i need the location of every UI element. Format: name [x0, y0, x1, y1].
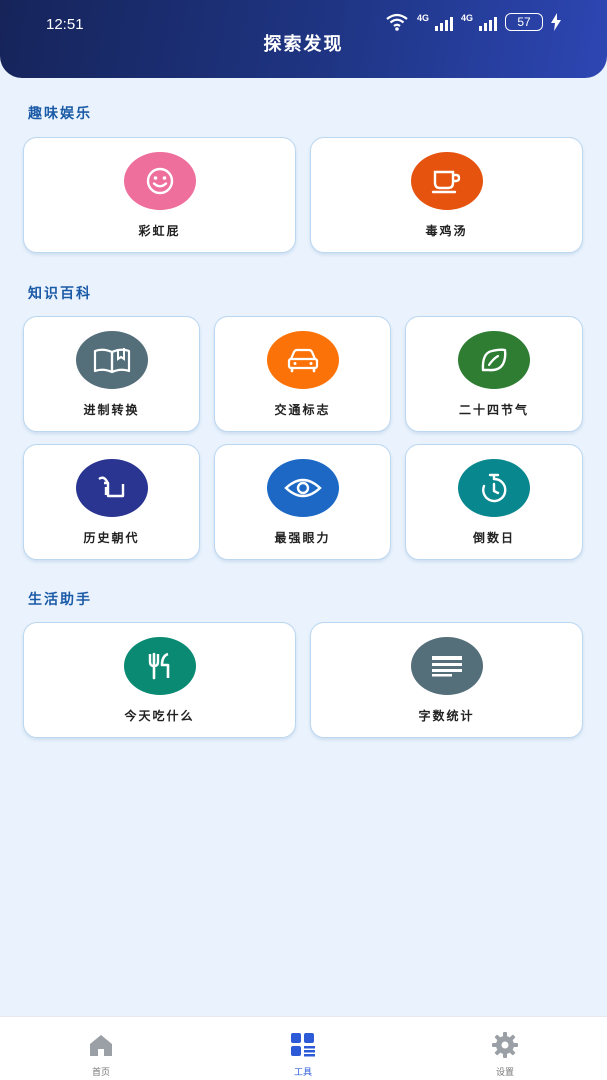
cellular-signal-icon: 4G	[461, 12, 497, 32]
status-icons: 4G 4G 57	[385, 12, 561, 32]
section-title-life: 生活助手	[28, 592, 92, 608]
tool-card-label: 最强眼力	[274, 531, 331, 545]
nav-item-home[interactable]: 首页	[41, 1017, 161, 1080]
tool-card-label: 字数统计	[418, 709, 475, 723]
book-icon	[75, 331, 148, 389]
tool-card-poison-soup[interactable]: 毒鸡汤	[310, 137, 583, 253]
section-title-fun: 趣味娱乐	[28, 106, 92, 122]
charging-bolt-icon	[551, 13, 561, 31]
home-icon	[90, 1035, 112, 1056]
tool-card-label: 二十四节气	[458, 403, 529, 417]
fork-knife-icon	[123, 637, 196, 695]
tool-card-base-conversion[interactable]: 进制转换	[23, 316, 200, 432]
nav-label: 设置	[495, 1068, 514, 1078]
nav-label: 首页	[91, 1068, 110, 1078]
tool-card-label: 交通标志	[274, 403, 331, 417]
car-icon	[266, 331, 339, 389]
tool-card-word-count[interactable]: 字数统计	[310, 622, 583, 738]
scroll-icon	[75, 459, 148, 517]
bottom-nav: 首页 工具 设置	[0, 1016, 607, 1080]
battery-indicator: 57	[505, 13, 543, 31]
smiley-icon	[123, 152, 196, 210]
tool-card-what-to-eat[interactable]: 今天吃什么	[23, 622, 296, 738]
nav-item-settings[interactable]: 设置	[445, 1017, 565, 1080]
tool-card-rainbow-compliment[interactable]: 彩虹屁	[23, 137, 296, 253]
text-lines-icon	[410, 637, 483, 695]
page-title: 探索发现	[263, 34, 344, 55]
wifi-icon	[386, 13, 408, 31]
tool-card-eyesight[interactable]: 最强眼力	[214, 444, 391, 560]
timer-icon	[458, 459, 530, 517]
tool-card-label: 毒鸡汤	[425, 224, 468, 238]
tool-card-label: 倒数日	[472, 531, 515, 545]
gear-icon	[492, 1032, 518, 1058]
tool-card-solar-terms[interactable]: 二十四节气	[405, 316, 583, 432]
nav-item-tools[interactable]: 工具	[243, 1017, 363, 1080]
eye-icon	[266, 459, 339, 517]
cup-icon	[410, 152, 483, 210]
app-header: 12:51 4G 4G 57 探索发现	[0, 0, 607, 78]
cellular-signal-icon: 4G	[417, 12, 453, 32]
tool-card-dynasties[interactable]: 历史朝代	[23, 444, 200, 560]
grid-icon	[291, 1033, 315, 1057]
tool-card-label: 今天吃什么	[124, 709, 195, 723]
tool-card-countdown[interactable]: 倒数日	[405, 444, 583, 560]
tool-card-label: 进制转换	[83, 403, 140, 417]
tool-card-traffic-signs[interactable]: 交通标志	[214, 316, 391, 432]
tool-card-label: 历史朝代	[83, 531, 140, 545]
section-title-knowledge: 知识百科	[28, 286, 92, 302]
tool-card-label: 彩虹屁	[138, 224, 181, 238]
leaf-icon	[458, 331, 530, 389]
nav-label: 工具	[293, 1068, 312, 1078]
